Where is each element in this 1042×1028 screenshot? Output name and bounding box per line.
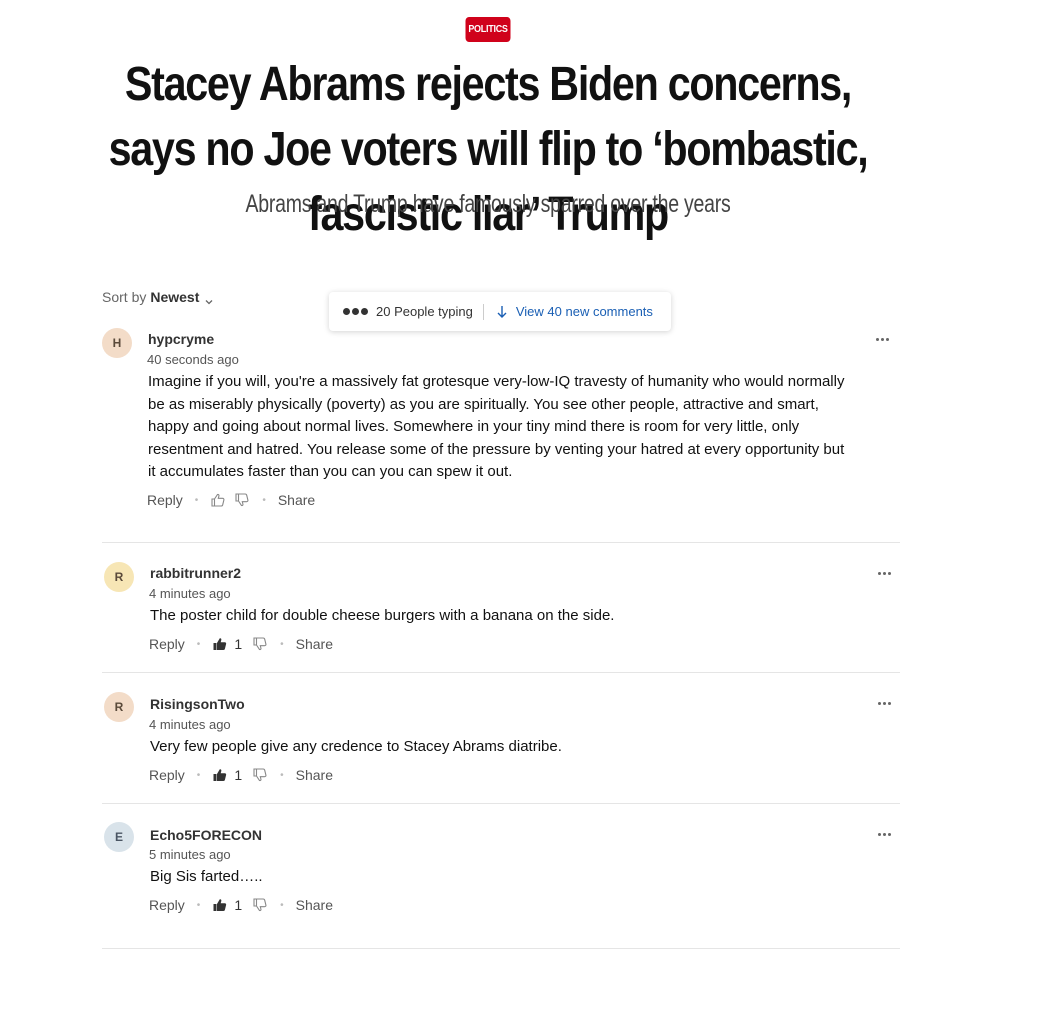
comment-timestamp[interactable]: 4 minutes ago bbox=[149, 717, 231, 732]
comment-item: H hypcryme 40 seconds ago Imagine if you… bbox=[102, 328, 902, 528]
comment-divider bbox=[102, 542, 900, 543]
typing-dots-icon bbox=[343, 308, 368, 315]
more-options-icon[interactable] bbox=[878, 833, 892, 839]
reply-button[interactable]: Reply bbox=[149, 636, 185, 652]
share-button[interactable]: Share bbox=[296, 636, 333, 652]
typing-text: 20 People typing bbox=[376, 304, 473, 319]
comment-text: Very few people give any credence to Sta… bbox=[150, 738, 562, 755]
separator: • bbox=[280, 638, 284, 650]
separator: • bbox=[196, 899, 201, 911]
sort-value[interactable]: Newest bbox=[150, 289, 199, 305]
sort-control[interactable]: Sort by Newest bbox=[102, 289, 213, 305]
comment-text: Big Sis farted….. bbox=[150, 868, 263, 885]
thumbs-up-icon[interactable] bbox=[210, 492, 226, 508]
category-badge[interactable]: POLITICS bbox=[465, 17, 511, 42]
comment-username[interactable]: Echo5FORECON bbox=[150, 827, 262, 843]
comment-username[interactable]: hypcryme bbox=[148, 331, 214, 347]
comment-actions: Reply • 1 • Share bbox=[149, 767, 333, 783]
like-count: 1 bbox=[234, 636, 243, 652]
sort-label: Sort by bbox=[102, 289, 147, 305]
thumbs-up-icon[interactable] bbox=[212, 897, 228, 913]
like-count: 1 bbox=[234, 897, 243, 913]
comment-timestamp[interactable]: 40 seconds ago bbox=[147, 352, 239, 367]
comment-actions: Reply • • Share bbox=[147, 492, 315, 508]
share-button[interactable]: Share bbox=[296, 767, 333, 783]
comment-timestamp[interactable]: 5 minutes ago bbox=[149, 847, 231, 862]
separator: • bbox=[280, 899, 284, 911]
thumbs-down-icon[interactable] bbox=[252, 897, 268, 913]
comment-item: R RisingsonTwo 4 minutes ago Very few pe… bbox=[102, 692, 902, 792]
reply-button[interactable]: Reply bbox=[147, 492, 183, 508]
typing-indicator-pill: 20 People typing View 40 new comments bbox=[329, 292, 671, 331]
pill-divider bbox=[482, 303, 484, 320]
comment-item: R rabbitrunner2 4 minutes ago The poster… bbox=[102, 562, 902, 662]
share-button[interactable]: Share bbox=[296, 897, 333, 913]
reply-button[interactable]: Reply bbox=[149, 897, 185, 913]
separator: • bbox=[196, 638, 201, 650]
comment-text: The poster child for double cheese burge… bbox=[150, 607, 615, 624]
comment-timestamp[interactable]: 4 minutes ago bbox=[149, 586, 231, 601]
comment-divider bbox=[102, 672, 900, 673]
separator: • bbox=[196, 769, 201, 781]
more-options-icon[interactable] bbox=[878, 572, 892, 578]
separator: • bbox=[194, 494, 199, 506]
thumbs-down-icon[interactable] bbox=[252, 636, 268, 652]
article-subheadline: Abrams and Trump have famously sparred o… bbox=[245, 190, 731, 218]
thumbs-up-icon[interactable] bbox=[212, 767, 228, 783]
view-new-comments-button[interactable]: View 40 new comments bbox=[496, 304, 653, 319]
avatar[interactable]: R bbox=[104, 562, 134, 592]
avatar[interactable]: E bbox=[104, 822, 134, 852]
comment-divider bbox=[102, 948, 900, 949]
thumbs-down-icon[interactable] bbox=[234, 492, 250, 508]
comment-actions: Reply • 1 • Share bbox=[149, 897, 333, 913]
avatar[interactable]: R bbox=[104, 692, 134, 722]
view-new-comments-label: View 40 new comments bbox=[515, 304, 653, 319]
comment-divider bbox=[102, 803, 900, 804]
arrow-down-icon bbox=[496, 305, 508, 319]
more-options-icon[interactable] bbox=[876, 338, 890, 344]
thumbs-down-icon[interactable] bbox=[252, 767, 268, 783]
avatar[interactable]: H bbox=[102, 328, 132, 358]
comment-username[interactable]: rabbitrunner2 bbox=[150, 565, 241, 581]
reply-button[interactable]: Reply bbox=[149, 767, 185, 783]
comment-actions: Reply • 1 • Share bbox=[149, 636, 333, 652]
more-options-icon[interactable] bbox=[878, 702, 892, 708]
separator: • bbox=[280, 769, 284, 781]
comment-item: E Echo5FORECON 5 minutes ago Big Sis far… bbox=[102, 822, 902, 922]
separator: • bbox=[262, 494, 266, 506]
thumbs-up-icon[interactable] bbox=[212, 636, 228, 652]
like-count: 1 bbox=[234, 767, 243, 783]
comment-username[interactable]: RisingsonTwo bbox=[150, 696, 245, 712]
chevron-down-icon[interactable] bbox=[205, 293, 213, 305]
share-button[interactable]: Share bbox=[278, 492, 315, 508]
comment-text: Imagine if you will, you're a massively … bbox=[148, 373, 845, 480]
